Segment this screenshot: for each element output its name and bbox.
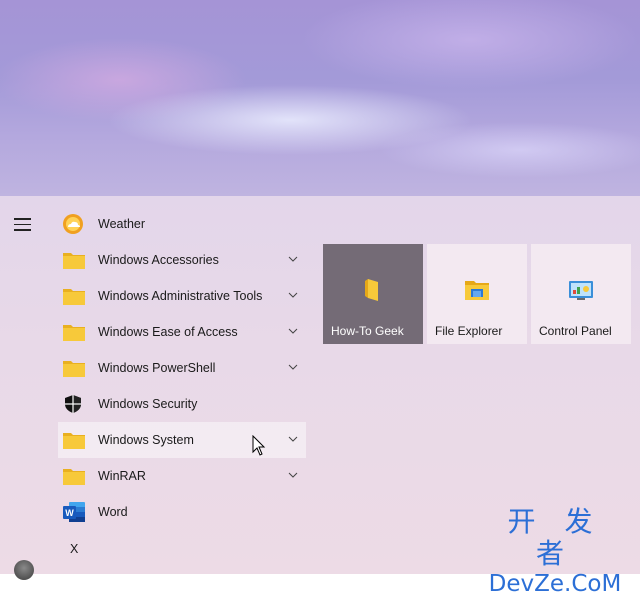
chevron-down-icon[interactable] [288,364,298,370]
app-item-word[interactable]: W Word [58,494,306,530]
app-item-weather[interactable]: Weather [58,206,306,242]
app-label: Windows PowerShell [98,361,216,375]
folder-icon [58,250,96,270]
word-icon: W [58,501,96,523]
app-label: Windows Ease of Access [98,325,238,339]
folder-icon [58,286,96,306]
watermark: 开 发 者 DevZe.CoM [480,506,630,598]
watermark-top: 开 发 者 [507,505,603,570]
app-label: Windows System [98,433,194,447]
app-list: Weather Windows Accessories Windows Admi… [58,206,306,530]
app-item-winrar[interactable]: WinRAR [58,458,306,494]
avatar[interactable] [14,560,34,580]
app-item-windows-system[interactable]: Windows System [58,422,306,458]
folder-icon [58,322,96,342]
shield-icon [58,393,96,415]
folder-icon [58,466,96,486]
chevron-down-icon[interactable] [288,328,298,334]
tile-label: File Explorer [435,324,503,338]
app-item-windows-ease-of-access[interactable]: Windows Ease of Access [58,314,306,350]
tile-label: How-To Geek [331,324,404,338]
chevron-down-icon[interactable] [288,292,298,298]
folder-icon [365,279,378,301]
app-item-windows-administrative-tools[interactable]: Windows Administrative Tools [58,278,306,314]
chevron-down-icon[interactable] [288,436,298,442]
folder-icon [58,358,96,378]
tile-label: Control Panel [539,324,612,338]
folder-icon [58,430,96,450]
app-item-windows-powershell[interactable]: Windows PowerShell [58,350,306,386]
app-label: WinRAR [98,469,146,483]
hamburger-menu-icon[interactable] [14,218,34,232]
letter-group-header[interactable]: X [70,542,78,556]
chevron-down-icon[interactable] [288,472,298,478]
file-explorer-icon [465,281,489,300]
watermark-bottom: DevZe.CoM [488,571,622,597]
app-item-windows-security[interactable]: Windows Security [58,386,306,422]
weather-icon [58,213,96,235]
app-label: Windows Security [98,397,198,411]
mouse-cursor-icon [252,435,266,456]
tile-how-to-geek[interactable]: How-To Geek [323,244,423,344]
tile-file-explorer[interactable]: File Explorer [427,244,527,344]
chevron-down-icon[interactable] [288,256,298,262]
svg-text:W: W [65,508,74,518]
app-label: Windows Administrative Tools [98,289,263,303]
desktop-wallpaper [0,0,640,196]
control-panel-icon [569,281,593,300]
app-label: Windows Accessories [98,253,219,267]
app-label: Word [98,505,128,519]
app-item-windows-accessories[interactable]: Windows Accessories [58,242,306,278]
tile-control-panel[interactable]: Control Panel [531,244,631,344]
app-label: Weather [98,217,146,231]
